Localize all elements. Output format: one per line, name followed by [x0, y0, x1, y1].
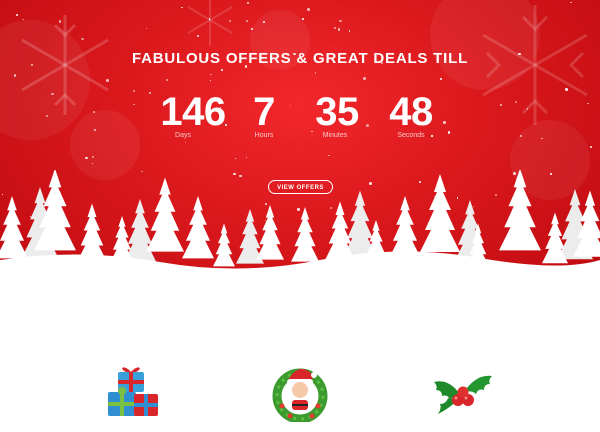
snowflake-dot [247, 1, 250, 4]
santa-wreath-icon [272, 368, 328, 422]
snowflake-dot [209, 79, 211, 81]
snowflake-dot [306, 8, 310, 11]
snowflake-dot [92, 162, 94, 164]
feature-icons-row [0, 360, 600, 432]
countdown-hours-label: Hours [254, 132, 274, 139]
countdown-seconds: 48 Seconds [385, 90, 437, 139]
countdown-seconds-label: Seconds [397, 132, 425, 139]
page-title: FABULOUS OFFERS & GREAT DEALS TILL [131, 50, 469, 67]
snowflake-decoration-icon [187, 0, 233, 46]
countdown-hours-value: 7 [253, 90, 275, 134]
snowflake-dot [210, 73, 212, 76]
snowflake-dot [166, 79, 169, 82]
snowflake-dot [106, 79, 109, 82]
snowflake-dot [570, 1, 572, 4]
holly-icon [434, 375, 492, 414]
snowflake-dot [262, 20, 266, 23]
snowflake-dot [234, 157, 236, 160]
snowflake-dot [22, 18, 24, 21]
snowflake-dot [245, 156, 247, 158]
countdown-days: 146 Days [158, 90, 228, 139]
snowflake-dot [338, 19, 342, 23]
snowy-trees-silhouette [0, 170, 600, 310]
countdown-minutes: 35 Minutes [312, 90, 362, 139]
snowflake-dot [314, 72, 316, 74]
snowflake-dot [334, 26, 337, 29]
snowflake-dot [327, 154, 330, 157]
snowflake-dot [16, 13, 19, 16]
snowflake-dot [245, 19, 249, 23]
countdown-seconds-value: 48 [389, 90, 433, 134]
countdown-days-label: Days [175, 132, 191, 139]
countdown-minutes-label: Minutes [322, 132, 348, 139]
snowflake-dot [181, 6, 183, 9]
countdown-minutes-value: 35 [315, 90, 359, 134]
snowflake-dot [220, 68, 224, 71]
snowflake-dot [440, 77, 443, 80]
snowflake-dot [348, 30, 351, 32]
countdown-hours: 7 Hours [246, 90, 282, 139]
gift-boxes-icon [108, 367, 158, 416]
snowflake-dot [146, 28, 148, 30]
snowflake-dot [363, 76, 366, 80]
countdown-days-value: 146 [160, 90, 226, 134]
snowflake-dot [301, 18, 304, 20]
countdown-timer: 146 Days 7 Hours 35 Minutes 48 Seconds [0, 90, 600, 150]
snowflake-dot [338, 28, 341, 31]
snowflake-dot [85, 156, 88, 159]
